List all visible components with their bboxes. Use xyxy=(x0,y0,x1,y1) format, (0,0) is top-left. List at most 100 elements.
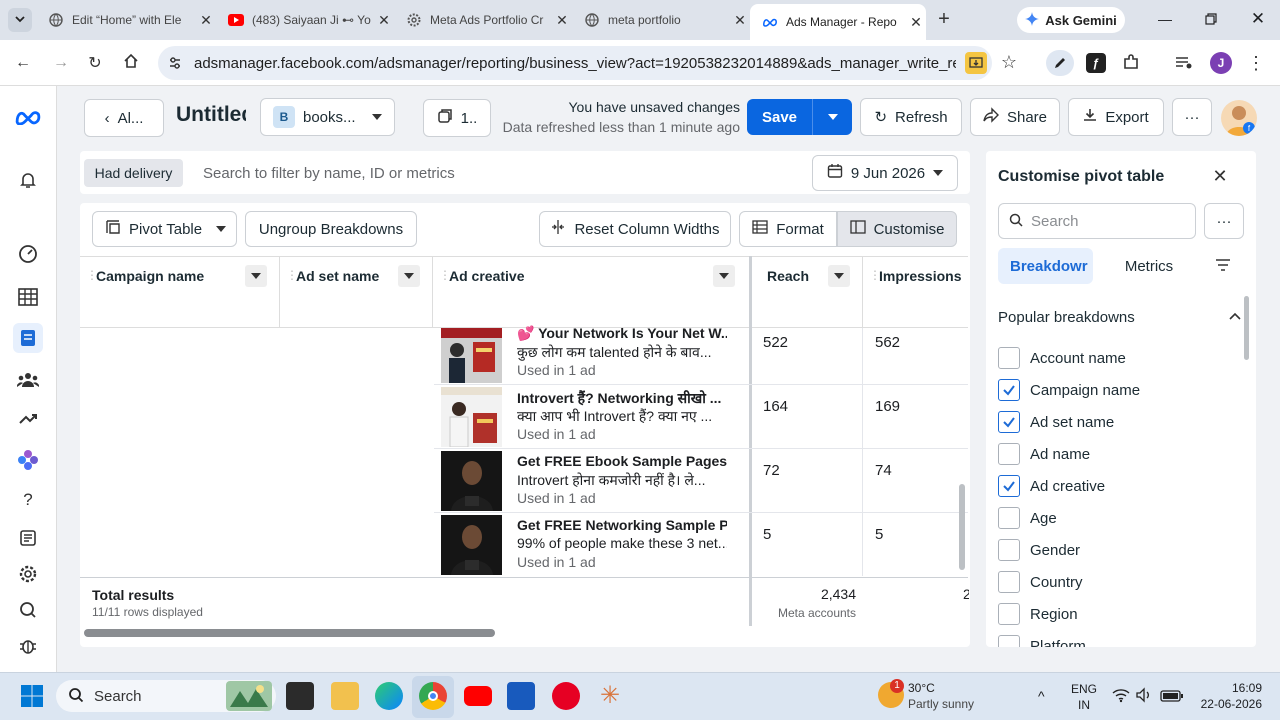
close-window-button[interactable]: ✕ xyxy=(1243,8,1273,32)
format-button[interactable]: Format xyxy=(739,211,837,247)
weather-condition[interactable]: Partly sunny xyxy=(908,697,974,711)
home-button[interactable] xyxy=(116,48,146,78)
breakdown-checkbox[interactable] xyxy=(998,411,1020,433)
close-icon[interactable]: ✕ xyxy=(906,14,926,31)
gemini-button[interactable]: Ask Gemini xyxy=(1017,7,1125,33)
ad-account-selector[interactable]: B books... xyxy=(260,98,395,136)
share-button[interactable]: Share xyxy=(970,98,1060,136)
breakdown-checkbox[interactable] xyxy=(998,443,1020,465)
close-icon[interactable]: ✕ xyxy=(730,12,750,29)
column-header-creative[interactable]: Ad creative xyxy=(449,268,524,284)
filter-sort-icon[interactable] xyxy=(1214,256,1234,276)
url-text[interactable]: adsmanager.facebook.com/adsmanager/repor… xyxy=(194,55,956,72)
used-in-ads[interactable]: Used in 1 ad xyxy=(517,554,596,570)
ad-creative-thumbnail[interactable] xyxy=(441,451,502,511)
column-menu-button[interactable] xyxy=(713,265,735,287)
pages-document-icon[interactable] xyxy=(14,524,42,552)
youtube-icon[interactable] xyxy=(464,686,492,706)
column-menu-button[interactable] xyxy=(398,265,420,287)
breakdown-option[interactable]: Campaign name xyxy=(998,378,1140,402)
breakdown-checkbox[interactable] xyxy=(998,571,1020,593)
apps-flower-icon[interactable] xyxy=(14,446,42,474)
wifi-icon[interactable] xyxy=(1112,687,1132,705)
save-options-dropdown[interactable] xyxy=(812,99,852,135)
breakdown-checkbox[interactable] xyxy=(998,475,1020,497)
language-code[interactable]: ENG xyxy=(1071,682,1097,696)
breakdown-option[interactable]: Account name xyxy=(998,346,1126,370)
reporting-icon[interactable] xyxy=(13,323,43,353)
chevron-up-icon[interactable] xyxy=(1228,309,1244,325)
close-icon[interactable]: ✕ xyxy=(1210,166,1230,186)
chevron-up-icon[interactable]: ^ xyxy=(1038,688,1045,704)
file-explorer-icon[interactable] xyxy=(331,682,359,710)
minimize-button[interactable]: — xyxy=(1150,8,1180,32)
media-control-icon[interactable] xyxy=(1174,53,1196,73)
close-icon[interactable]: ✕ xyxy=(552,12,572,29)
extensions-puzzle-icon[interactable] xyxy=(1122,53,1142,73)
edge-icon[interactable] xyxy=(375,682,403,710)
close-icon[interactable]: ✕ xyxy=(196,12,216,29)
column-header-impressions[interactable]: Impressions xyxy=(879,268,968,284)
breakdown-checkbox[interactable] xyxy=(998,347,1020,369)
campaign-megaphone-icon[interactable] xyxy=(14,405,42,433)
profile-avatar[interactable]: J xyxy=(1210,52,1232,74)
user-avatar[interactable]: f xyxy=(1221,100,1257,136)
more-options-button[interactable]: ··· xyxy=(1172,98,1212,136)
back-button[interactable]: ← xyxy=(8,48,38,78)
used-in-ads[interactable]: Used in 1 ad xyxy=(517,490,596,506)
had-delivery-chip[interactable]: Had delivery xyxy=(84,159,183,187)
pinterest-icon[interactable] xyxy=(552,682,580,710)
breakdown-checkbox[interactable] xyxy=(998,379,1020,401)
browser-tab-3[interactable]: Meta Ads Portfolio Cr ✕ xyxy=(394,6,572,34)
breakdown-option[interactable]: Country xyxy=(998,570,1083,594)
browser-tab-5[interactable]: Ads Manager - Repo ✕ xyxy=(750,4,926,40)
column-header-campaign[interactable]: Campaign name xyxy=(96,268,204,284)
frozen-column-divider[interactable] xyxy=(749,256,752,626)
tab-search-button[interactable] xyxy=(8,8,32,32)
clock-time[interactable]: 16:09 xyxy=(1200,681,1262,695)
help-question-icon[interactable]: ? xyxy=(14,486,42,514)
clock-date[interactable]: 22-06-2026 xyxy=(1190,697,1262,711)
all-reports-back-button[interactable]: ‹ Al... xyxy=(84,99,164,137)
used-in-ads[interactable]: Used in 1 ad xyxy=(517,362,596,378)
restore-button[interactable] xyxy=(1196,8,1226,32)
tab-metrics[interactable]: Metrics xyxy=(1110,248,1188,284)
report-title[interactable]: Untitled xyxy=(176,103,246,127)
word-icon[interactable] xyxy=(507,682,535,710)
column-header-reach[interactable]: Reach xyxy=(767,268,809,284)
browser-menu-icon[interactable]: ⋮ xyxy=(1246,52,1266,74)
breakdown-checkbox[interactable] xyxy=(998,507,1020,529)
breakdown-option[interactable]: Ad name xyxy=(998,442,1090,466)
search-icon[interactable] xyxy=(14,596,42,624)
windows-start-icon[interactable] xyxy=(20,684,44,708)
filter-search-input[interactable]: Search to filter by name, ID or metrics xyxy=(203,165,703,182)
breakdown-option[interactable]: Gender xyxy=(998,538,1080,562)
forward-button[interactable]: → xyxy=(46,48,76,78)
breakdown-checkbox[interactable] xyxy=(998,635,1020,647)
install-app-icon[interactable] xyxy=(965,52,987,74)
breakdown-option[interactable]: Platform xyxy=(998,634,1086,647)
horizontal-scrollbar[interactable] xyxy=(84,629,495,637)
breakdown-checkbox[interactable] xyxy=(998,539,1020,561)
vertical-scrollbar[interactable] xyxy=(959,484,965,570)
export-button[interactable]: Export xyxy=(1068,98,1164,136)
task-view-icon[interactable] xyxy=(286,682,314,710)
pen-extension-icon[interactable] xyxy=(1046,50,1074,76)
column-header-adset[interactable]: Ad set name xyxy=(296,268,379,284)
ungroup-breakdowns-button[interactable]: Ungroup Breakdowns xyxy=(245,211,417,247)
refresh-button[interactable]: ↻ Refresh xyxy=(860,98,962,136)
breakdown-option[interactable]: Region xyxy=(998,602,1078,626)
ads-table-icon[interactable] xyxy=(14,283,42,311)
tab-breakdowns[interactable]: Breakdowr xyxy=(998,248,1093,284)
column-menu-button[interactable] xyxy=(245,265,267,287)
script-extension-icon[interactable]: ƒ xyxy=(1086,53,1106,73)
breakdown-option[interactable]: Ad set name xyxy=(998,410,1114,434)
notifications-bell-icon[interactable] xyxy=(14,166,42,194)
used-in-ads[interactable]: Used in 1 ad xyxy=(517,426,596,442)
save-button[interactable]: Save xyxy=(747,99,812,135)
language-region[interactable]: IN xyxy=(1071,698,1097,712)
ad-title[interactable]: Introvert हैं? Networking सीखो ... xyxy=(517,389,727,408)
battery-icon[interactable] xyxy=(1160,689,1184,703)
breakdown-option[interactable]: Ad creative xyxy=(998,474,1105,498)
ad-title[interactable]: 💕 Your Network Is Your Net W... xyxy=(517,325,727,342)
